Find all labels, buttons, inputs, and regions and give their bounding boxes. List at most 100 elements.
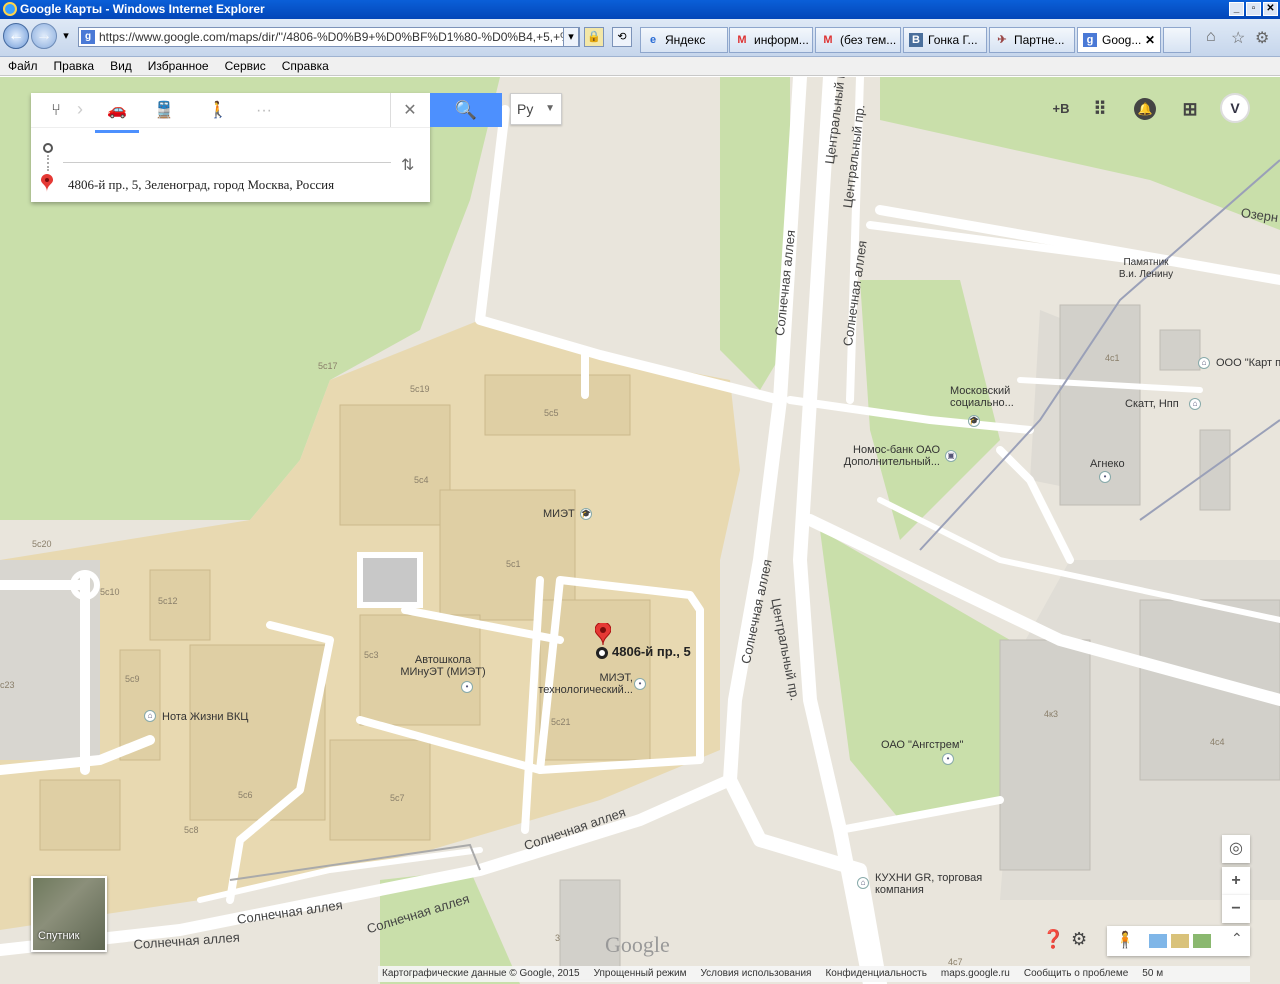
google-favicon-icon: g [81,30,95,44]
home-icon[interactable]: ⌂ [1206,28,1216,46]
search-icon: 🔍 [454,100,478,120]
language-selector[interactable]: Ру ▼ [510,93,562,125]
poi-nota-zhizni[interactable]: Нота Жизни ВКЦ [162,711,248,723]
privacy-link[interactable]: Конфиденциальность [825,966,926,982]
tab-vk-race[interactable]: B Гонка Г... [903,27,987,53]
menu-favorites[interactable]: Избранное [148,57,209,75]
poi-kuhni-gr[interactable]: КУХНИ GR, торговая компания [875,872,985,896]
more-modes-icon[interactable]: ··· [249,99,279,123]
forward-button[interactable]: → [31,23,57,49]
pegman-icon[interactable]: 🧍 [1115,930,1135,950]
menu-file[interactable]: Файл [8,57,38,75]
poi-skatt[interactable]: Скатт, Нпп [1125,398,1179,410]
tab-gmail-no-subject[interactable]: M (без тем... [815,27,901,53]
building-label: 5с9 [125,674,140,684]
place-dot-icon[interactable]: • [634,678,646,690]
swap-icon[interactable]: ⇅ [401,155,414,175]
place-dot-icon[interactable]: • [942,753,954,765]
building-label: 5с3 [364,650,379,660]
close-window-button[interactable]: ✕ [1263,2,1278,16]
building-label: 5с8 [184,825,199,835]
address-bar[interactable]: g https://www.google.com/maps/dir/''/480… [78,27,580,47]
map-canvas[interactable]: 5с17 5с19 5с5 5с4 5с1 5с20 5с10 5с12 5с9… [0,77,1280,984]
shop-icon[interactable]: ⌂ [1189,398,1201,410]
gmail-icon: M [823,34,833,46]
lock-icon[interactable]: 🔒 [584,27,604,47]
google-logo: Google [605,932,670,957]
poi-ooo-kart[interactable]: ООО "Карт п [1216,357,1280,369]
new-tab-button[interactable] [1163,27,1191,53]
zoom-out-button[interactable]: − [1222,895,1250,923]
minimize-button[interactable]: _ [1229,2,1244,16]
menu-edit[interactable]: Правка [54,57,95,75]
scale-label[interactable]: 50 м [1142,966,1163,982]
shop-icon[interactable]: ⌂ [1198,357,1210,369]
destination-input[interactable]: 4806-й пр., 5, Зеленоград, город Москва,… [68,177,334,193]
poi-miet[interactable]: МИЭТ [543,508,575,520]
maps-domain-link[interactable]: maps.google.ru [941,966,1010,982]
building-label: 5с19 [410,384,430,394]
place-dot-icon[interactable]: • [1099,471,1111,483]
lite-mode-link[interactable]: Упрощенный режим [594,966,687,982]
building-label: 5с10 [100,587,120,597]
poi-angstrem[interactable]: ОАО "Ангстрем" [881,739,963,751]
share-add-icon[interactable]: ⊞ [1179,98,1201,120]
shop-icon[interactable]: ⌂ [857,877,869,889]
photos-thumb-icon[interactable] [1149,934,1167,948]
my-location-icon[interactable]: ◎ [1222,835,1250,863]
settings-gear-icon[interactable]: ⚙ [1071,929,1087,950]
notifications-bell-icon[interactable]: 🔔 [1134,98,1156,120]
address-dropdown-button[interactable]: ▾ [563,27,579,47]
poi-nomos-bank[interactable]: Номос-банк ОАО Дополнительный... [840,444,940,468]
university-icon[interactable]: 🎓 [580,508,592,520]
map-pin-icon[interactable] [595,623,611,645]
help-icon[interactable]: ❓ [1042,929,1064,950]
history-dropdown[interactable]: ▾ [58,27,74,47]
menu-view[interactable]: Вид [110,57,132,75]
gmail-icon: M [737,34,747,46]
tab-partner[interactable]: ✈ Партне... [989,27,1075,53]
poi-lenin-monument[interactable]: Памятник В.и. Ленину [1116,257,1176,281]
building-label: с23 [0,680,15,690]
close-icon[interactable]: ✕ [395,99,425,123]
expand-up-icon[interactable]: ⌃ [1231,930,1243,947]
close-tab-icon[interactable]: ✕ [1145,28,1155,52]
photos-thumb-icon[interactable] [1171,934,1189,948]
refresh-icon[interactable]: ⟲ [612,27,632,47]
tab-gmail-info[interactable]: Mинформ... [729,27,813,53]
poi-autoschool[interactable]: Автошкола МИнуЭТ (МИЭТ) [398,654,488,678]
directions-best-icon[interactable]: ⑂ [41,99,71,123]
bank-icon[interactable]: ▣ [945,450,957,462]
google-favicon-icon: g [1083,33,1097,47]
satellite-toggle[interactable]: Спутник [31,876,107,952]
menu-tools[interactable]: Сервис [225,57,266,75]
terms-link[interactable]: Условия использования [700,966,811,982]
tools-gear-icon[interactable]: ⚙ [1255,28,1269,48]
poi-agneko[interactable]: Агнеко [1090,458,1125,470]
walk-mode-icon[interactable]: 🚶 [203,99,233,123]
map-data-credit: Картографические данные © Google, 2015 [382,968,580,979]
poi-moscow-social[interactable]: Московский социально... [950,385,1022,409]
maximize-button[interactable]: ▫ [1246,2,1261,16]
tab-yandex[interactable]: e Яндекс [640,27,728,53]
university-icon[interactable]: 🎓 [968,415,980,427]
back-button[interactable]: ← [3,23,29,49]
photos-thumb-icon[interactable] [1193,934,1211,948]
apps-grid-icon[interactable]: ⠿ [1089,98,1111,120]
origin-input[interactable] [63,137,391,163]
destination-point-icon[interactable] [596,647,608,659]
marker-label[interactable]: 4806-й пр., 5 [612,645,691,658]
menu-help[interactable]: Справка [282,57,329,75]
shop-icon[interactable]: ⌂ [144,710,156,722]
tab-google-maps[interactable]: g Goog... ✕ [1077,27,1161,53]
poi-miet-tech[interactable]: МИЭТ, технологический... [533,672,633,696]
avatar[interactable]: V [1220,93,1250,123]
google-plus-link[interactable]: +В [1050,98,1072,120]
favorites-star-icon[interactable]: ☆ [1231,28,1245,48]
zoom-in-button[interactable]: + [1222,867,1250,895]
chevron-down-icon: ▼ [545,103,555,114]
place-dot-icon[interactable]: • [461,681,473,693]
search-button[interactable]: 🔍 [430,93,502,127]
report-problem-link[interactable]: Сообщить о проблеме [1024,966,1128,982]
transit-mode-icon[interactable]: 🚆 [149,99,179,123]
